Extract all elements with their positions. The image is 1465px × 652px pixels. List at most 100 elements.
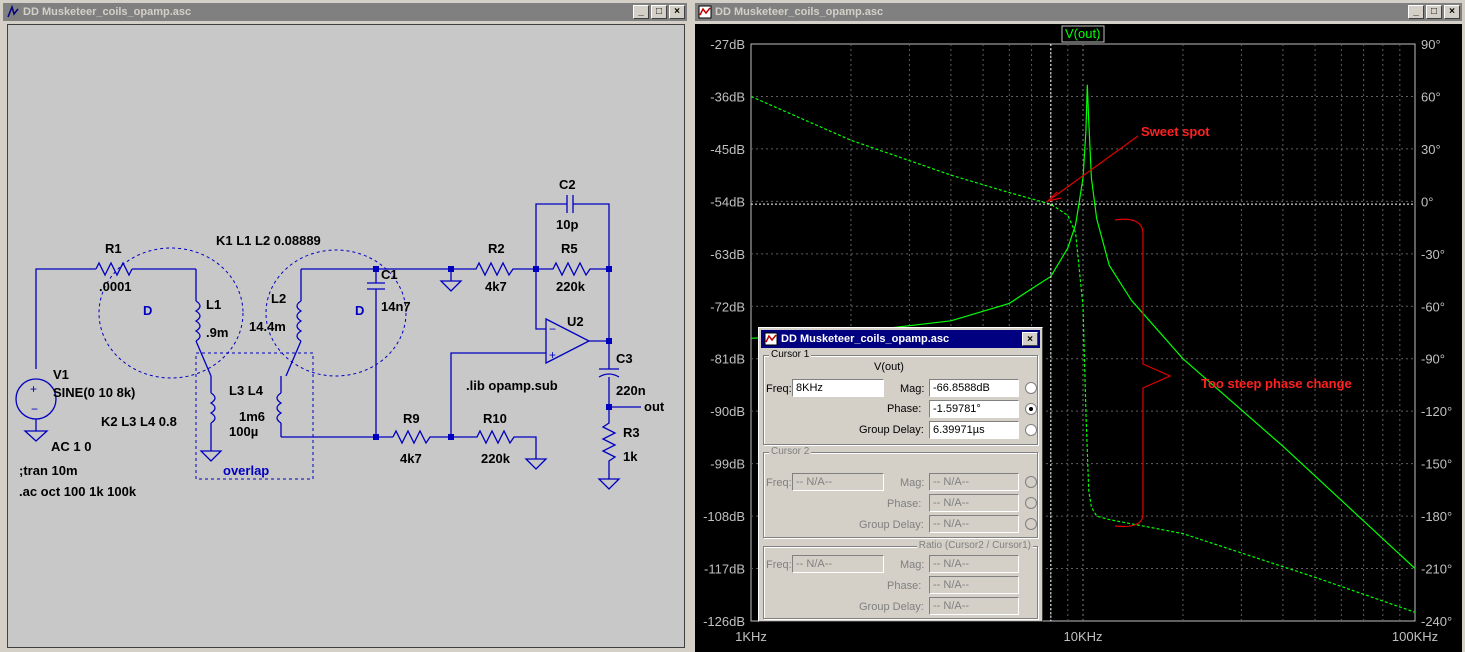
directive-lib: .lib opamp.sub	[466, 378, 558, 393]
schematic-window-title: DD Musketeer_coils_opamp.asc	[23, 6, 192, 18]
schematic-app-icon	[7, 5, 19, 18]
directive-tran: ;tran 10m	[19, 463, 78, 478]
label-r5-value: 220k	[556, 279, 586, 294]
cursor1-mag-radio[interactable]	[1025, 382, 1037, 394]
cursor1-freq-field[interactable]: 8KHz	[792, 379, 884, 397]
label-c3: C3	[616, 351, 633, 366]
label-k2: K2 L3 L4 0.8	[101, 414, 177, 429]
minimize-button[interactable]: _	[1408, 5, 1424, 19]
label-v1-ac: AC 1 0	[51, 439, 91, 454]
y-right-tick-label: -120°	[1421, 404, 1452, 419]
label-r5: R5	[561, 241, 578, 256]
cursor1-group: Cursor 1 V(out) Freq: 8KHz Mag: -66.8588…	[763, 349, 1038, 445]
x-tick-label: 100KHz	[1392, 629, 1438, 644]
cursor2-phase-field[interactable]: -- N/A--	[929, 494, 1019, 512]
label-v1-value: SINE(0 10 8k)	[53, 385, 135, 400]
cursor1-mag-label: Mag:	[900, 383, 925, 395]
label-out: out	[644, 399, 665, 414]
annotation-sweet-spot: Sweet spot	[1141, 124, 1210, 139]
waveform-app-icon	[764, 332, 778, 346]
y-left-tick-label: -90dB	[710, 404, 745, 419]
label-r9-value: 4k7	[400, 451, 422, 466]
label-r2: R2	[488, 241, 505, 256]
schematic-titlebar[interactable]: DD Musketeer_coils_opamp.asc _ □ ×	[3, 3, 687, 21]
y-right-tick-label: -210°	[1421, 562, 1452, 577]
ratio-group: Ratio (Cursor2 / Cursor1) Freq: -- N/A--…	[763, 540, 1038, 619]
schematic-window: DD Musketeer_coils_opamp.asc _ □ × + − −…	[0, 0, 690, 652]
close-button[interactable]: ×	[669, 5, 685, 19]
cursor1-mag-field[interactable]: -66.8588dB	[929, 379, 1019, 397]
cursor1-phase-label: Phase:	[887, 403, 922, 415]
trace-label[interactable]: V(out)	[1065, 26, 1100, 41]
svg-text:+: +	[549, 348, 556, 362]
cursor2-group-delay-label: Group Delay:	[859, 519, 924, 531]
cursor1-group-delay-radio[interactable]	[1025, 424, 1037, 436]
label-l3l4: L3 L4	[229, 383, 264, 398]
label-r3-value: 1k	[623, 449, 638, 464]
label-l3-value: 100µ	[229, 424, 258, 439]
ratio-phase-field[interactable]: -- N/A--	[929, 576, 1019, 594]
svg-text:−: −	[549, 322, 556, 336]
ratio-freq-label: Freq:	[766, 559, 792, 571]
cursor2-group-delay-radio[interactable]	[1025, 518, 1037, 530]
ratio-mag-field[interactable]: -- N/A--	[929, 555, 1019, 573]
minimize-button[interactable]: _	[633, 5, 649, 19]
y-right-tick-label: -60°	[1421, 299, 1445, 314]
waveform-titlebar[interactable]: DD Musketeer_coils_opamp.asc _ □ ×	[695, 3, 1462, 21]
y-left-tick-label: -108dB	[703, 509, 745, 524]
y-right-tick-label: -180°	[1421, 509, 1452, 524]
label-overlap: overlap	[223, 463, 269, 478]
svg-text:−: −	[31, 402, 38, 416]
label-v1: V1	[53, 367, 69, 382]
label-l4-value: 1m6	[239, 409, 265, 424]
y-left-tick-label: -63dB	[710, 247, 745, 262]
label-l2-value: 14.4m	[249, 319, 286, 334]
cursor1-group-label: Cursor 1	[769, 349, 812, 360]
label-u2: U2	[567, 314, 584, 329]
cursor2-mag-field[interactable]: -- N/A--	[929, 473, 1019, 491]
label-r10-value: 220k	[481, 451, 511, 466]
ratio-group-label: Ratio (Cursor2 / Cursor1)	[916, 540, 1033, 551]
cursor-dialog-close-button[interactable]: ×	[1022, 332, 1038, 346]
ratio-group-delay-field[interactable]: -- N/A--	[929, 597, 1019, 615]
directive-ac: .ac oct 100 1k 100k	[19, 484, 137, 499]
label-c2: C2	[559, 177, 576, 192]
cursor-dialog-titlebar[interactable]: DD Musketeer_coils_opamp.asc ×	[761, 330, 1040, 348]
cursor2-group-delay-field[interactable]: -- N/A--	[929, 515, 1019, 533]
label-r9: R9	[403, 411, 420, 426]
x-tick-label: 10KHz	[1063, 629, 1102, 644]
cursor1-freq-label: Freq:	[766, 383, 792, 395]
close-button[interactable]: ×	[1444, 5, 1460, 19]
y-right-tick-label: -150°	[1421, 457, 1452, 472]
maximize-button[interactable]: □	[1426, 5, 1442, 19]
cursor1-group-delay-field[interactable]: 6.39971µs	[929, 421, 1019, 439]
label-c1-value: 14n7	[381, 299, 411, 314]
cursor2-phase-label: Phase:	[887, 498, 922, 510]
cursor2-mag-radio[interactable]	[1025, 476, 1037, 488]
maximize-button[interactable]: □	[651, 5, 667, 19]
cursor2-group-label: Cursor 2	[769, 446, 812, 457]
cursor2-freq-label: Freq:	[766, 477, 792, 489]
schematic-canvas[interactable]: + − − + R1 .0001 K1 L1 L2 0.08889 L1 .9m…	[7, 24, 685, 648]
y-left-tick-label: -72dB	[710, 299, 745, 314]
svg-text:+: +	[30, 382, 37, 396]
cursor1-phase-radio[interactable]	[1025, 403, 1037, 415]
label-r1-value: .0001	[99, 279, 132, 294]
waveform-window-title: DD Musketeer_coils_opamp.asc	[715, 6, 884, 18]
ratio-freq-field[interactable]: -- N/A--	[792, 555, 884, 573]
label-l2: L2	[271, 291, 286, 306]
waveform-app-icon	[698, 5, 712, 19]
ratio-group-delay-label: Group Delay:	[859, 601, 924, 613]
cursor2-phase-radio[interactable]	[1025, 497, 1037, 509]
label-d-right: D	[355, 303, 364, 318]
label-l1: L1	[206, 297, 221, 312]
y-right-tick-label: -90°	[1421, 352, 1445, 367]
cursor1-phase-field[interactable]: -1.59781°	[929, 400, 1019, 418]
ratio-mag-label: Mag:	[900, 559, 925, 571]
annotation-steep-phase: Too steep phase change	[1201, 376, 1352, 391]
y-left-tick-label: -54dB	[710, 194, 745, 209]
cursor2-freq-field[interactable]: -- N/A--	[792, 473, 884, 491]
y-left-tick-label: -81dB	[710, 352, 745, 367]
label-c2-value: 10p	[556, 217, 578, 232]
cursor1-group-delay-label: Group Delay:	[859, 424, 924, 436]
